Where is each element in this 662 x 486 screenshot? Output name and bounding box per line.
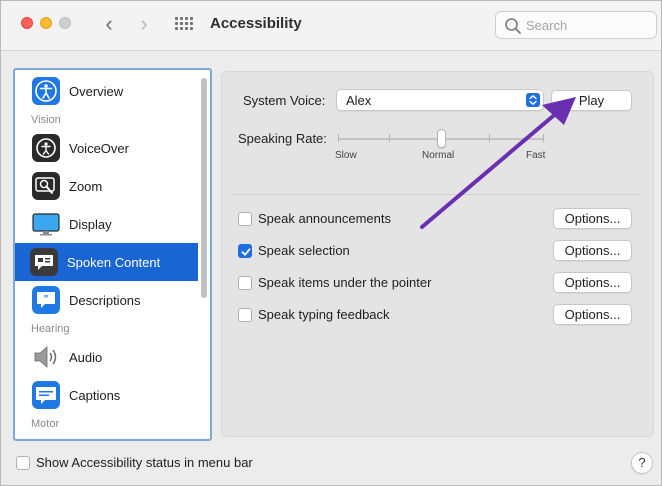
back-button[interactable]: ‹ [97, 11, 121, 37]
audio-icon [34, 346, 57, 368]
speak-announcements-label: Speak announcements [258, 211, 391, 226]
speak-items-pointer-options-button[interactable]: Options... [553, 272, 632, 293]
sidebar-item-label: Audio [69, 349, 103, 365]
show-all-grid-icon[interactable] [175, 17, 193, 31]
sidebar-item-label: Zoom [69, 178, 103, 194]
speak-typing-feedback-options-button[interactable]: Options... [553, 304, 632, 325]
voiceover-icon [32, 134, 60, 162]
section-motor: Motor [31, 418, 60, 430]
chevron-up-down-icon [526, 93, 540, 107]
zoom-button[interactable] [59, 17, 71, 29]
speak-selection-options-button[interactable]: Options... [553, 240, 632, 261]
sidebar-item-label: Descriptions [69, 292, 141, 308]
sidebar-item-voiceover[interactable]: VoiceOver [17, 129, 197, 167]
divider [231, 194, 639, 195]
slider-tick [389, 134, 390, 142]
captions-icon [32, 381, 60, 409]
search-icon [505, 18, 521, 34]
checkmark-icon [241, 248, 251, 256]
speaking-rate-thumb[interactable] [437, 129, 446, 148]
forward-button[interactable]: › [132, 11, 156, 37]
sidebar-item-audio[interactable]: Audio [17, 338, 197, 376]
speaking-rate-label: Speaking Rate: [238, 131, 327, 146]
search-input[interactable] [526, 17, 650, 34]
system-voice-label: System Voice: [243, 93, 326, 108]
slider-tick [543, 134, 544, 142]
show-status-checkbox[interactable] [16, 456, 30, 470]
speak-selection-label: Speak selection [258, 243, 350, 258]
window-title: Accessibility [210, 15, 302, 32]
sidebar-item-label: Overview [69, 83, 124, 99]
sidebar-item-label: Captions [69, 387, 121, 403]
rate-normal-label: Normal [422, 150, 455, 161]
speak-items-pointer-label: Speak items under the pointer [258, 275, 432, 290]
svg-text:": " [44, 294, 49, 305]
search-field[interactable] [495, 11, 657, 39]
slider-tick [338, 134, 339, 142]
spoken-content-icon [30, 248, 58, 276]
accessibility-icon [32, 77, 60, 105]
speak-announcements-checkbox[interactable] [238, 212, 252, 226]
sidebar-item-label: VoiceOver [69, 140, 129, 156]
sidebar-item-zoom[interactable]: Zoom [17, 167, 197, 205]
speak-typing-feedback-label: Speak typing feedback [258, 307, 390, 322]
rate-fast-label: Fast [526, 150, 546, 161]
show-status-label: Show Accessibility status in menu bar [36, 455, 253, 470]
sidebar-item-spoken-content[interactable]: Spoken Content [15, 243, 198, 281]
title-bar: ‹ › Accessibility [1, 1, 661, 51]
speak-typing-feedback-checkbox[interactable] [238, 308, 252, 322]
close-button[interactable] [21, 17, 33, 29]
help-button[interactable]: ? [631, 452, 653, 474]
sidebar-item-descriptions[interactable]: " Descriptions [17, 281, 197, 319]
speak-selection-checkbox[interactable] [238, 244, 252, 258]
rate-slow-label: Slow [335, 150, 357, 161]
system-voice-value: Alex [346, 93, 372, 108]
system-voice-select[interactable]: Alex [336, 89, 544, 111]
section-hearing: Hearing [31, 323, 70, 335]
sidebar-item-label: Display [69, 216, 112, 232]
section-vision: Vision [31, 114, 61, 126]
sidebar-item-captions[interactable]: Captions [17, 376, 197, 414]
display-icon [32, 213, 60, 236]
preferences-window: ‹ › Accessibility Overview Visio [0, 0, 662, 486]
sidebar: Overview Vision VoiceOver Zoom Display S… [13, 68, 212, 441]
slider-tick [489, 134, 490, 142]
zoom-icon [32, 172, 60, 200]
play-button[interactable]: Play [551, 90, 632, 111]
sidebar-item-label: Spoken Content [67, 254, 161, 270]
speak-items-pointer-checkbox[interactable] [238, 276, 252, 290]
descriptions-icon: " [32, 286, 60, 314]
minimize-button[interactable] [40, 17, 52, 29]
speak-announcements-options-button[interactable]: Options... [553, 208, 632, 229]
sidebar-item-display[interactable]: Display [17, 205, 197, 243]
sidebar-item-overview[interactable]: Overview [17, 72, 197, 110]
sidebar-scrollbar[interactable] [201, 78, 207, 298]
